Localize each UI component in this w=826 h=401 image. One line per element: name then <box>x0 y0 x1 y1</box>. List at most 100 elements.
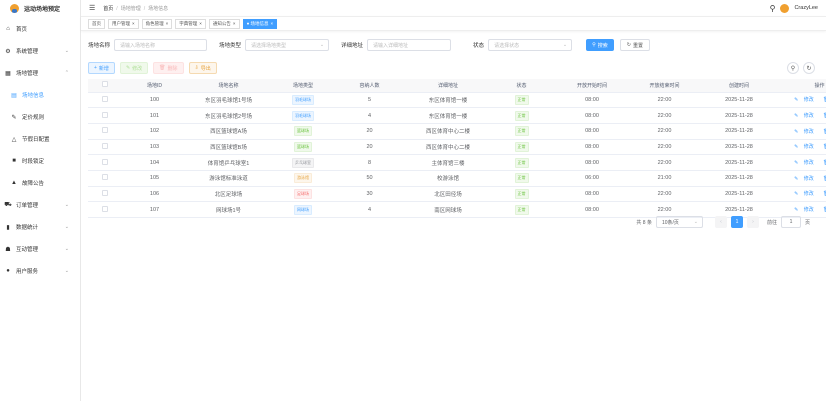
tag-dict[interactable]: 字典管理 × <box>175 18 206 29</box>
sidebar-item-home[interactable]: ⌂ 首页 <box>0 18 80 40</box>
breadcrumb: 首页 / 场地管理 / 场地信息 <box>103 5 169 12</box>
search-icon: ⚲ <box>790 65 796 72</box>
sidebar-item-venue[interactable]: ▦ 场地管理 ⌃ <box>0 62 80 84</box>
close-icon[interactable]: × <box>271 21 274 26</box>
sidebar-item-pricing[interactable]: ✎ 定价规则 <box>0 106 80 128</box>
app-title: 运动场地预定 <box>24 6 61 13</box>
row-delete-button[interactable]: 🗑 删除 <box>821 207 826 213</box>
menu-fold-icon[interactable]: ☰ <box>89 4 95 12</box>
status-badge: 正常 <box>514 173 529 184</box>
cell-end-time: 22:00 <box>634 186 695 203</box>
tag-home[interactable]: 首页 <box>88 18 105 29</box>
sidebar-item-system[interactable]: ⚙ 系统管理 ⌄ <box>0 40 80 62</box>
table-row[interactable]: 102 西区篮球馆A场 篮球场 20 西区体育中心二楼 正常 08:00 22:… <box>88 123 826 140</box>
tags-view: 首页 用户管理 × 角色管理 × 字典管理 × 通知公告 × ● 场地信息 × <box>81 16 826 31</box>
download-icon: ⇩ <box>194 65 199 71</box>
sidebar-item-label: 互动管理 <box>16 247 39 253</box>
toggle-search-button[interactable]: ⚲ <box>787 62 799 74</box>
edit-label: 修改 <box>132 65 143 72</box>
tag-notice[interactable]: 通知公告 × <box>208 18 240 29</box>
row-delete-button[interactable]: 🗑 删除 <box>821 176 826 182</box>
row-checkbox[interactable] <box>102 174 108 181</box>
name-input[interactable]: 请输入场地名称 <box>114 39 208 51</box>
row-delete-button[interactable]: 🗑 删除 <box>821 191 826 197</box>
cell-start-time: 08:00 <box>550 123 634 140</box>
row-checkbox[interactable] <box>102 158 108 165</box>
row-checkbox[interactable] <box>102 95 108 102</box>
row-edit-button[interactable]: ✎ 修改 <box>792 191 816 197</box>
tag-user[interactable]: 用户管理 × <box>108 18 139 29</box>
row-delete-button[interactable]: 🗑 删除 <box>821 160 826 166</box>
row-checkbox[interactable] <box>102 189 108 196</box>
reset-button[interactable]: ↻ 重置 <box>619 39 650 51</box>
sidebar-item-stats[interactable]: ▮ 数据统计 ⌄ <box>0 216 80 238</box>
row-edit-button[interactable]: ✎ 修改 <box>792 97 816 103</box>
row-delete-button[interactable]: 🗑 删除 <box>821 113 826 119</box>
type-badge: 羽毛球场 <box>292 110 314 121</box>
type-select[interactable]: 请选择场地类型 ⌄ <box>245 39 330 51</box>
tag-role[interactable]: 角色管理 × <box>141 18 173 29</box>
row-checkbox[interactable] <box>102 142 108 149</box>
row-checkbox[interactable] <box>102 111 108 118</box>
tag-venue-info[interactable]: ● 场地信息 × <box>242 18 278 29</box>
edit-icon: ✎ <box>794 175 799 182</box>
table-row[interactable]: 106 北区足球场 足球场 30 北区田径场 正常 08:00 22:00 20… <box>88 186 826 203</box>
row-edit-button[interactable]: ✎ 修改 <box>792 129 816 135</box>
sidebar-item-venue-info[interactable]: ▤ 场地信息 <box>0 84 80 106</box>
status-select[interactable]: 请选择状态 ⌄ <box>488 39 573 51</box>
row-edit-button[interactable]: ✎ 修改 <box>792 207 816 213</box>
table-row[interactable]: 104 体育馆乒乓球室1 乒乓球室 8 主体育馆三楼 正常 08:00 22:0… <box>88 154 826 171</box>
cell-id: 106 <box>122 186 187 203</box>
table-row[interactable]: 100 东区羽毛球馆1号场 羽毛球场 5 东区体育馆一楼 正常 08:00 22… <box>88 92 826 109</box>
sidebar-item-orders[interactable]: ⛟ 订单管理 ⌄ <box>0 194 80 216</box>
top-navbar: ☰ 首页 / 场地管理 / 场地信息 ⚲ CrazyLee <box>81 0 826 16</box>
sidebar-item-user-service[interactable]: ● 用户服务 ⌄ <box>0 260 80 282</box>
row-edit-button[interactable]: ✎ 修改 <box>792 176 816 182</box>
table-row[interactable]: 103 西区篮球馆B场 篮球场 20 西区体育中心二楼 正常 08:00 22:… <box>88 139 826 156</box>
close-icon[interactable]: × <box>132 21 135 26</box>
col-header: 场地ID <box>122 79 187 93</box>
cell-name: 北区足球场 <box>187 186 270 203</box>
cell-start-time: 08:00 <box>550 107 634 124</box>
goto-input[interactable]: 1 <box>780 216 801 228</box>
search-label: 搜索 <box>597 42 608 49</box>
row-delete-button[interactable]: 🗑 删除 <box>821 129 826 135</box>
close-icon[interactable]: × <box>199 21 202 26</box>
breadcrumb-home[interactable]: 首页 <box>103 6 113 12</box>
row-edit-button[interactable]: ✎ 修改 <box>792 144 816 150</box>
row-checkbox[interactable] <box>102 205 108 212</box>
row-edit-button[interactable]: ✎ 修改 <box>792 160 816 166</box>
sidebar-item-notice[interactable]: ▲ 故障公告 <box>0 172 80 194</box>
sidebar-item-interaction[interactable]: ☗ 互动管理 ⌄ <box>0 238 80 260</box>
addr-input[interactable]: 请输入详细地址 <box>367 39 452 51</box>
venue-table: 场地ID 场地名称 场地类型 容纳人数 详细地址 状态 开放开始时间 开放结束时… <box>88 79 826 218</box>
table-row[interactable]: 105 游泳馆标准泳道 游泳馆 50 校游泳馆 正常 06:00 21:00 2… <box>88 170 826 187</box>
close-icon[interactable]: × <box>233 21 236 26</box>
search-button[interactable]: ⚲ 搜索 <box>586 39 614 51</box>
page-size-select[interactable]: 10条/页 ⌄ <box>655 216 703 228</box>
page-1-button[interactable]: 1 <box>730 216 743 228</box>
row-delete-button[interactable]: 🗑 删除 <box>821 144 826 150</box>
sidebar-item-lock[interactable]: ■ 时段锁定 <box>0 150 80 172</box>
username[interactable]: CrazyLee <box>794 5 818 11</box>
avatar[interactable] <box>780 3 790 13</box>
prev-page-button[interactable]: ‹ <box>714 216 727 228</box>
table-row[interactable]: 101 东区羽毛球馆2号场 羽毛球场 4 东区体育馆一楼 正常 08:00 22… <box>88 107 826 124</box>
edit-button[interactable]: ✎ 修改 <box>119 62 149 74</box>
select-all-checkbox[interactable] <box>102 81 108 88</box>
sidebar-item-label: 首页 <box>16 27 28 33</box>
delete-button[interactable]: 🗑 删除 <box>153 62 184 74</box>
next-page-button[interactable]: › <box>746 216 759 228</box>
sidebar: 运动场地预定 ⌂ 首页 ⚙ 系统管理 ⌄ ▦ 场地管理 ⌃ ▤ 场地信息 ✎ 定价规则 △ 节假… <box>0 0 81 401</box>
edit-icon: ✎ <box>794 128 799 135</box>
export-button[interactable]: ⇩ 导出 <box>188 62 217 74</box>
add-button[interactable]: + 新增 <box>88 62 115 74</box>
type-badge: 游泳馆 <box>294 173 312 184</box>
row-checkbox[interactable] <box>102 127 108 134</box>
search-icon[interactable]: ⚲ <box>770 4 776 13</box>
close-icon[interactable]: × <box>166 21 169 26</box>
row-delete-button[interactable]: 🗑 删除 <box>821 97 826 103</box>
sidebar-item-holiday[interactable]: △ 节假日配置 <box>0 128 80 150</box>
refresh-button[interactable]: ↻ <box>803 62 815 74</box>
row-edit-button[interactable]: ✎ 修改 <box>792 113 816 119</box>
